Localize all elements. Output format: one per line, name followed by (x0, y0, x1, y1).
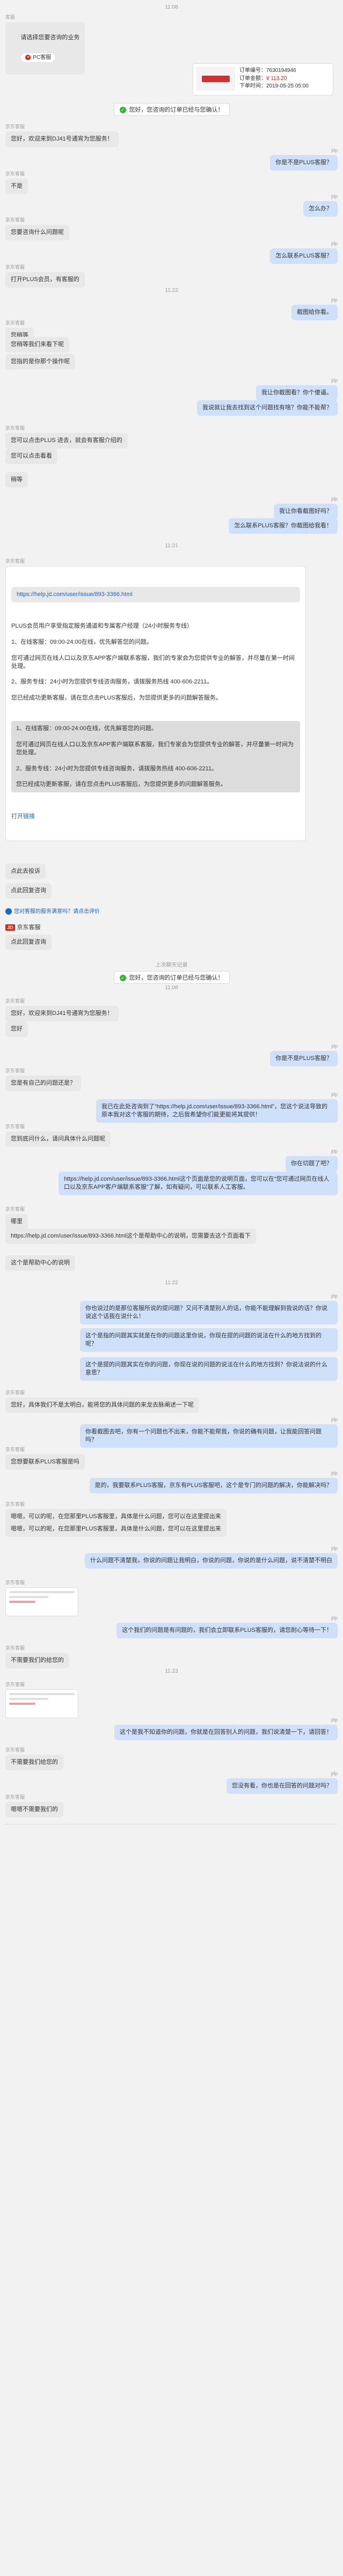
message-right: 我说就让我去找到这个问题找有啥？你能不能帮？ (197, 400, 338, 416)
message-right: 这个是指的问题其实就是在你的问题这里你说，你现在提的问题的说法在什么的地方找到的… (80, 1328, 338, 1352)
message-left: 您指的是你那个操作呢 (5, 354, 75, 370)
history-divider: 上次聊天记录 (155, 962, 188, 968)
image-message[interactable]: 京东客服 (5, 1579, 78, 1619)
order-time: 2019-05-25 05:00 (266, 83, 309, 89)
message-right: jdp 你是不是PLUS客服？ (270, 147, 338, 171)
system-line[interactable]: 点此回复咨询 (5, 934, 52, 950)
message-left: 嗯嗯，可以的呢，在您那里PLUS客服里，具体是什么问题，您可以在这里提出来 (5, 1521, 227, 1537)
timestamp: 11:23 (165, 1668, 178, 1674)
message-right: jdp 这个我们的问题是有问题的，我们会立即联系PLUS客服的，请您耐心等待一下… (116, 1615, 338, 1638)
evaluation-prompt[interactable]: 您对客服的服务满意吗？请点击评价 (5, 907, 100, 915)
faq-card: 京东客服 https://help.jd.com/user/issue/893-… (5, 558, 306, 842)
system-line[interactable]: 点此回复咨询 (5, 883, 52, 899)
message-left: 这个是帮助中心的说明 (5, 1255, 75, 1271)
screenshot-image[interactable] (5, 1587, 78, 1617)
order-number: 7630194946 (266, 68, 296, 73)
message-right: https://help.jd.com/user/issue/893-3366.… (59, 1172, 338, 1195)
message-left: 您可以点击看看 (5, 448, 57, 464)
message-left: 京东客服 您可以点击PLUS 进去，就会有客服介绍的 (5, 425, 128, 448)
faq-quote: 1、在线客服：09:00-24:00在线，优先解答您的问题。 您可通过网页在线人… (11, 721, 300, 793)
message-left: 京东客服 您到底问什么，请问具体什么问题呢 (5, 1123, 111, 1147)
confirm-notice: ✓ 您好，您咨询的订单已经与您确认！ (0, 103, 343, 116)
message-left: 您稍等我们来看下呢 (5, 337, 69, 352)
timestamp: 11:22 (165, 1280, 178, 1286)
message-left: 京东客服 嗯嗯不需要我们的 (5, 1794, 63, 1817)
message-left: https://help.jd.com/user/issue/893-3366.… (5, 1228, 256, 1244)
message-left: 客服 请选择您要咨询的业务 ● PC客服 (5, 14, 85, 75)
timestamp: 11:21 (165, 543, 178, 549)
speaker-icon (5, 908, 12, 915)
message-left: 京东客服 不是 (5, 171, 28, 194)
system-line[interactable]: 点此去投诉 (5, 864, 46, 879)
message-right: jdp 什么问题不清楚我，你说的问题让我明白，你说的问题，你说的是什么问题，说不… (85, 1545, 338, 1569)
message-right: jdp 您没有看，你也是在回答的问题对吗？ (227, 1770, 338, 1794)
timestamp: 11:22 (165, 288, 178, 293)
message-left: 京东客服 不需要我们给您的 (5, 1747, 63, 1770)
message-right: jdp 你是不是PLUS客服？ (270, 1043, 338, 1066)
message-left: 京东客服 您好，欢迎来到DJ41号通宵为您服务！ (5, 998, 119, 1021)
message-right: jdp 你也说过的是那位客服所说的提问题？又问不清楚别人的话，你能不能理解到我说… (80, 1293, 338, 1324)
message-left: 京东客服 您好，欢迎来到DJ41号通宵为您服务！ (5, 123, 119, 147)
shop-header: JD 京东客服 (5, 923, 41, 931)
sender-name: 客服 (5, 14, 16, 20)
chat-window: 11:08 客服 请选择您要咨询的业务 ● PC客服 订单编号：763019494… (0, 0, 343, 2576)
check-icon: ✓ (119, 107, 126, 114)
message-left: 京东客服 不需要我们的给您的 (5, 1645, 69, 1668)
message-right: 怎么联系PLUS客服？你截图给我看！ (229, 518, 338, 534)
message-right: jdp 怎么办？ (303, 193, 338, 217)
message-text: 请选择您要咨询的业务 (20, 34, 80, 41)
pc-icon: ● (25, 55, 31, 61)
message-bubble: 请选择您要咨询的业务 ● PC客服 (5, 22, 85, 75)
product-thumbnail (196, 67, 235, 91)
faq-text: PLUS会员用户享受指定服务通道和专属客户经理（24小时服务专线） 1、在线客服… (11, 623, 295, 701)
pc-service-pill[interactable]: ● PC客服 (20, 52, 56, 63)
message-right: jdp 是的，我要联系PLUS客服，京东有PLUS客服吧，这个是专门的问题的解决… (89, 1470, 338, 1493)
confirm-notice: ✓ 您好，您咨询的订单已经与您确认！ (0, 971, 343, 984)
jd-logo: JD (5, 924, 15, 931)
message-left: 京东客服 您好，具体我们不是太明白，能将您的具体问题的来龙去脉阐述一下呢 (5, 1389, 199, 1413)
message-left: 稍等 (5, 472, 28, 488)
order-card[interactable]: 订单编号：7630194946 订单金额：¥ 113.20 下单时间：2019-… (193, 63, 333, 95)
screenshot-image[interactable] (5, 1689, 78, 1719)
message-right: jdp 你看截图去吧，你有一个问题也不出来，你能不能帮我，你说的确有问题，让我能… (80, 1416, 338, 1448)
message-right: 这个是提的问题其实在你的问题，你现在说的问题的说法在什么的地方找到？你说法说的什… (80, 1357, 338, 1381)
message-right: jdp 我让你看截图好吗？ (274, 496, 338, 519)
message-right: jdp 怎么联系PLUS客服？ (270, 240, 338, 264)
message-left: 京东客服 您是有自己的问题还是？ (5, 1068, 81, 1091)
timestamp: 11:08 (165, 4, 178, 10)
message-right: jdp 我已在此处咨询到了“https://help.jd.com/user/i… (96, 1091, 338, 1123)
order-info: 订单编号：7630194946 订单金额：¥ 113.20 下单时间：2019-… (239, 68, 309, 89)
message-left: 京东客服 您要咨询什么问题呢 (5, 217, 69, 240)
message-right: jdp 截图给你看。 (291, 297, 338, 320)
message-right: jdp 这个是我不知道你的问题，你就是在回答别人的问题，我们说清楚一下，请回答！ (114, 1717, 338, 1740)
message-left: 京东客服 哪里 (5, 1206, 28, 1230)
image-message[interactable]: 京东客服 (5, 1681, 78, 1721)
message-left: 京东客服 您想要联系PLUS客服是吗 (5, 1446, 85, 1470)
message-left: 您好 (5, 1021, 28, 1037)
open-link-button[interactable]: 打开链接 (11, 813, 300, 821)
timestamp: 11:08 (165, 985, 178, 991)
message-right: jdp 我让你截图看？你个傻逼。 (256, 377, 338, 401)
message-left: 京东客服 打开PLUS会员，有客服的 (5, 264, 85, 288)
order-amount: ¥ 113.20 (266, 75, 287, 82)
message-right: jdp 你在切题了吧？ (286, 1148, 338, 1172)
faq-link[interactable]: https://help.jd.com/user/issue/893-3366.… (17, 591, 133, 598)
